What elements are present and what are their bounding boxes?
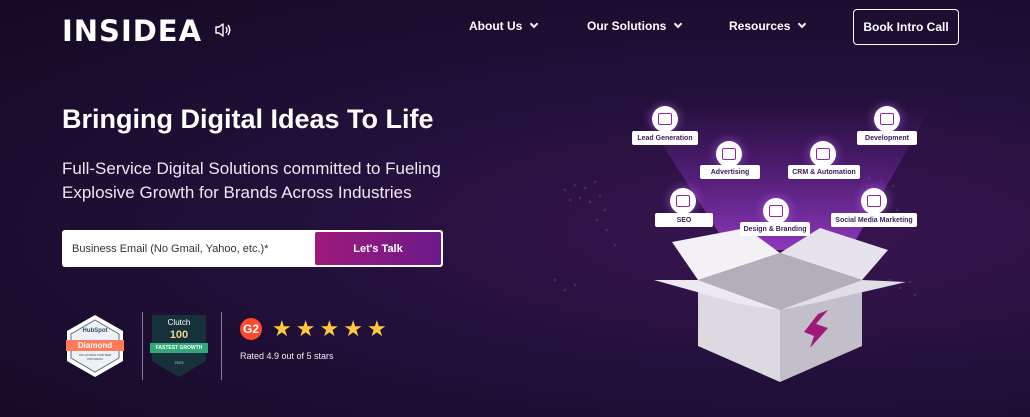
nav-our-solutions[interactable]: Our Solutions [587, 19, 683, 33]
clutch-year: 2023 [174, 360, 184, 365]
clutch-ribbon: FASTEST GROWTH [155, 345, 203, 351]
star-rating: G2 ★ ★ ★ ★ ★ [240, 318, 387, 340]
service-tag-advertising: Advertising [700, 165, 760, 179]
chevron-down-icon [798, 19, 807, 29]
star-icon: ★ [319, 316, 340, 341]
service-tag-development: Development [857, 131, 917, 145]
hero-title: Bringing Digital Ideas To Life [62, 104, 434, 134]
nav-label: Our Solutions [587, 19, 667, 33]
badge-divider [142, 312, 143, 380]
clutch-brand: Clutch [167, 318, 191, 327]
g2-logo-icon: G2 [240, 318, 262, 340]
nav-label: About Us [469, 19, 523, 33]
gift-box-illustration [654, 228, 906, 382]
clutch-number: 100 [169, 329, 189, 341]
chevron-down-icon [674, 19, 683, 29]
service-tag-social-media-marketing: Social Media Marketing [831, 213, 917, 227]
nav-about-us[interactable]: About Us [469, 19, 539, 33]
star-icon: ★ [295, 316, 316, 341]
hubspot-badge: HubSpot Diamond SOLUTIONS PARTNER PROGRA… [62, 313, 128, 384]
lets-talk-button[interactable]: Let's Talk [315, 232, 441, 265]
star-icon: ★ [343, 316, 363, 341]
service-tag-crm-automation: CRM & Automation [788, 165, 860, 179]
service-tag-seo: SEO [655, 213, 713, 227]
nav-resources[interactable]: Resources [729, 19, 807, 33]
service-tag-design-branding: Design & Branding [740, 222, 810, 236]
badge-divider [221, 312, 222, 380]
g2-rating: G2 ★ ★ ★ ★ ★ Rated 4.9 out of 5 stars [240, 318, 387, 361]
rating-text: Rated 4.9 out of 5 stars [240, 351, 334, 361]
crm-automation-icon [810, 141, 836, 167]
service-tag-lead-generation: Lead Generation [632, 131, 698, 145]
logo[interactable]: INSIDEA [62, 14, 232, 48]
hubspot-brand: HubSpot [82, 328, 108, 334]
clutch-badge: Clutch 100 FASTEST GROWTH 2023 [148, 313, 210, 379]
design-branding-icon [763, 198, 789, 224]
email-form: Let's Talk [62, 230, 443, 267]
book-intro-call-button[interactable]: Book Intro Call [853, 9, 959, 45]
social-media-marketing-icon [861, 188, 887, 214]
hubspot-caption: SOLUTIONS PARTNER PROGRAM [78, 353, 112, 361]
hero-subtitle: Full-Service Digital Solutions committed… [62, 159, 441, 202]
star-icon: ★ [272, 316, 292, 341]
hubspot-tier: Diamond [77, 341, 113, 350]
logo-text: INSIDEA [62, 14, 203, 48]
star-icon: ★ [366, 316, 387, 341]
nav-label: Resources [729, 19, 791, 33]
development-icon [874, 106, 900, 132]
email-input[interactable] [62, 230, 315, 267]
seo-icon [670, 188, 696, 214]
chevron-down-icon [530, 19, 539, 29]
speaker-icon[interactable] [214, 22, 232, 43]
lead-generation-icon [652, 106, 678, 132]
advertising-icon [716, 141, 742, 167]
